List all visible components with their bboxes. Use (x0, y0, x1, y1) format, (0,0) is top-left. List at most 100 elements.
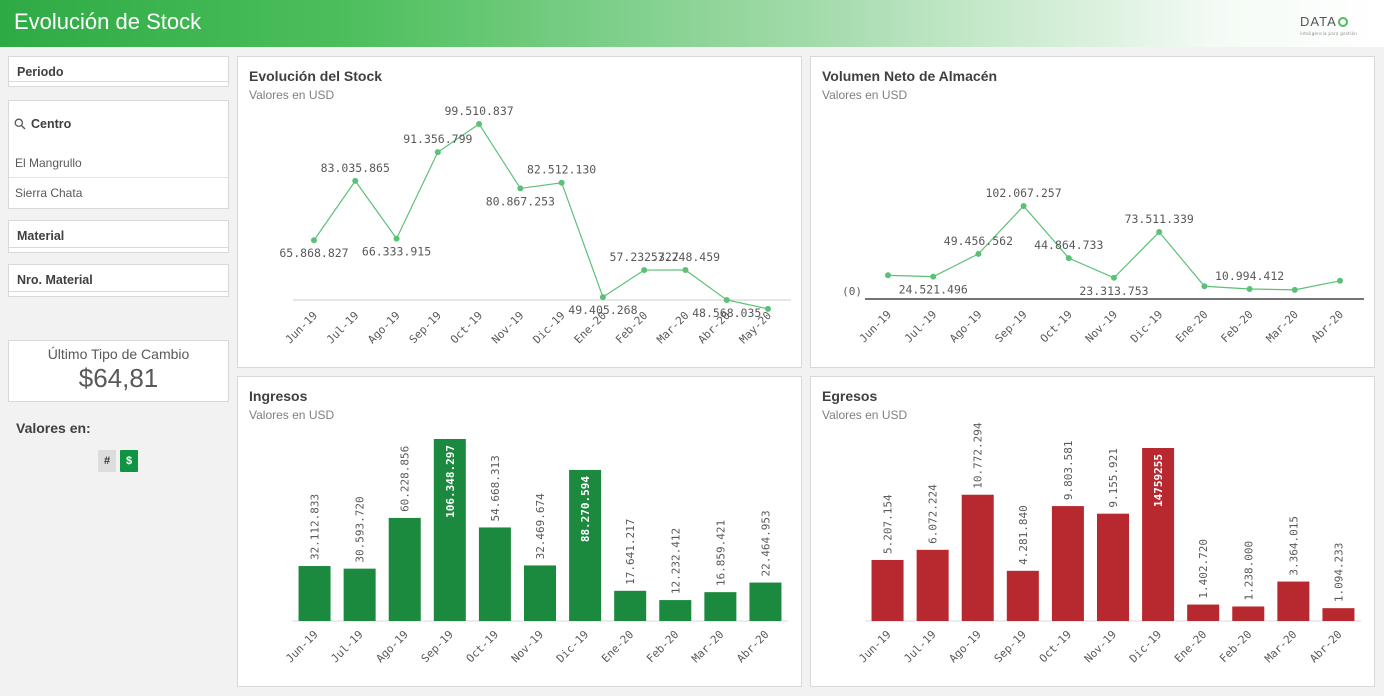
x-tick-label-mar-20: Mar-20 (689, 628, 726, 665)
bar-jul-19[interactable] (916, 549, 949, 621)
data-label-feb-20: 10.994.412 (1215, 269, 1284, 283)
x-tick-label-abr-20: Abr-20 (734, 628, 771, 665)
x-tick-label-dic-19: Dic-19 (1127, 628, 1164, 665)
data-point-ene-20[interactable] (1201, 283, 1208, 290)
bar-abr-20[interactable] (749, 582, 782, 621)
series-line (313, 123, 769, 310)
data-label-abr-20: 22.464.953 (759, 510, 772, 576)
data-label-jul-19: 24.521.496 (899, 283, 968, 297)
x-tick-label-jul-19: Jul-19 (324, 309, 361, 346)
filter-divider (9, 291, 228, 292)
data-label-sep-19: 4.281.840 (1017, 505, 1030, 565)
data-point-jun-19[interactable] (311, 237, 317, 244)
filter-material-label: Material (17, 229, 65, 243)
x-tick-label-jul-19: Jul-19 (901, 628, 938, 665)
data-point-feb-20[interactable] (641, 267, 648, 274)
toggle-quantity-button[interactable]: # (98, 450, 116, 472)
x-tick-label-ene-20: Ene-20 (1172, 628, 1209, 665)
data-point-nov-19[interactable] (1111, 274, 1117, 281)
x-tick-label-sep-19: Sep-19 (407, 309, 444, 346)
x-tick-label-ene-20: Ene-20 (599, 628, 636, 665)
data-point-oct-19[interactable] (476, 121, 483, 127)
valores-en-label: Valores en: (16, 420, 91, 436)
data-label-jun-19: 5.207.154 (882, 494, 895, 554)
x-tick-label-jun-19: Jun-19 (856, 628, 893, 665)
data-point-mar-20[interactable] (682, 267, 689, 274)
filter-periodo[interactable]: Periodo (8, 56, 229, 87)
bar-oct-19[interactable] (478, 527, 511, 621)
data-point-oct-19[interactable] (1065, 255, 1072, 262)
filter-nro-material[interactable]: Nro. Material (8, 264, 229, 297)
ingresos-bar-chart: 32.112.833 30.593.720 60.228.856 106.348.29… (283, 439, 788, 665)
bar-mar-20[interactable] (1277, 581, 1310, 621)
x-tick-label-dic-19: Dic-19 (530, 309, 567, 346)
data-point-jun-19[interactable] (885, 272, 891, 279)
data-label-sep-19: 91.356.799 (403, 132, 472, 146)
data-label-oct-19: 99.510.837 (444, 104, 513, 118)
bar-jul-19[interactable] (343, 568, 376, 621)
data-label-jun-19: 32.112.833 (309, 494, 322, 560)
x-tick-label-ago-19: Ago-19 (374, 628, 411, 665)
bar-ene-20[interactable] (1187, 604, 1220, 621)
list-item-el-mangrullo[interactable]: El Mangrullo (9, 148, 228, 178)
search-icon[interactable] (14, 118, 26, 130)
filter-divider (9, 247, 228, 248)
x-tick-label-sep-19: Sep-19 (419, 628, 456, 665)
x-tick-label-dic-19: Dic-19 (554, 628, 591, 665)
filter-centro[interactable]: Centro El Mangrullo Sierra Chata (8, 100, 229, 209)
bar-ene-20[interactable] (614, 590, 647, 621)
data-label-ene-20: 1.402.720 (1197, 539, 1210, 599)
logo-circle-icon (1337, 17, 1348, 27)
data-point-nov-19[interactable] (517, 185, 524, 192)
data-label-nov-19: 80.867.253 (486, 194, 555, 208)
data-label-ago-19: 49.456.562 (944, 234, 1013, 248)
bar-abr-20[interactable] (1322, 608, 1355, 621)
logo-tagline: inteligencia para gestión (1300, 31, 1358, 36)
data-point-ago-19[interactable] (393, 235, 400, 242)
list-item-sierra-chata[interactable]: Sierra Chata (9, 178, 228, 208)
kpi-label: Último Tipo de Cambio (47, 346, 190, 362)
filter-material[interactable]: Material (8, 220, 229, 253)
data-point-sep-19[interactable] (1020, 203, 1027, 209)
bar-ago-19[interactable] (388, 517, 421, 621)
bar-jun-19[interactable] (871, 559, 904, 621)
x-tick-label-nov-19: Nov-19 (1083, 308, 1120, 345)
bar-feb-20[interactable] (659, 600, 692, 621)
data-point-sep-19[interactable] (434, 149, 441, 156)
bar-feb-20[interactable] (1232, 606, 1265, 621)
filter-nro-material-label: Nro. Material (17, 273, 93, 287)
data-point-abr-20[interactable] (723, 297, 730, 303)
data-point-ene-20[interactable] (599, 294, 606, 301)
logo-text: DATA (1300, 14, 1337, 29)
data-point-mar-20[interactable] (1291, 286, 1298, 293)
data-point-abr-20[interactable] (1337, 277, 1343, 284)
data-label-oct-19: 9.803.581 (1062, 440, 1075, 500)
x-tick-label-ago-19: Ago-19 (947, 308, 984, 345)
data-label-jul-19: 6.072.224 (927, 484, 940, 544)
x-tick-label-abr-20: Abr-20 (1309, 308, 1346, 345)
bar-nov-19[interactable] (523, 565, 557, 621)
bar-ago-19[interactable] (961, 494, 994, 621)
data-label-ago-19: 60.228.856 (399, 446, 412, 512)
data-point-jul-19[interactable] (930, 273, 937, 280)
data-label-dic-19: 82.512.130 (527, 163, 596, 177)
data-point-dic-19[interactable] (1156, 229, 1163, 236)
bar-jun-19[interactable] (298, 566, 331, 621)
bar-oct-19[interactable] (1051, 506, 1084, 621)
data-point-ago-19[interactable] (975, 250, 982, 257)
app-header: Evolución de Stock DATA inteligencia par… (0, 0, 1384, 47)
bar-nov-19[interactable] (1096, 513, 1130, 621)
data-point-dic-19[interactable] (558, 179, 565, 186)
bar-mar-20[interactable] (704, 592, 737, 621)
toggle-usd-button[interactable]: $ (120, 450, 138, 472)
data-point-jul-19[interactable] (352, 177, 359, 184)
bar-sep-19[interactable] (1006, 570, 1039, 621)
x-tick-label-mar-20: Mar-20 (1262, 628, 1299, 665)
data-label-ago-19: 10.772.294 (972, 422, 985, 489)
chart-panel-volumen: Volumen Neto de Almacén Valores en USD (… (810, 56, 1375, 368)
chart-panel-stock: Evolución del Stock Valores en USD 65.86… (237, 56, 802, 368)
x-tick-label-ene-20: Ene-20 (1173, 308, 1210, 345)
data-label-feb-20: 12.232.412 (669, 528, 682, 594)
x-tick-label-jun-19: Jun-19 (857, 308, 894, 345)
data-point-feb-20[interactable] (1246, 285, 1253, 292)
